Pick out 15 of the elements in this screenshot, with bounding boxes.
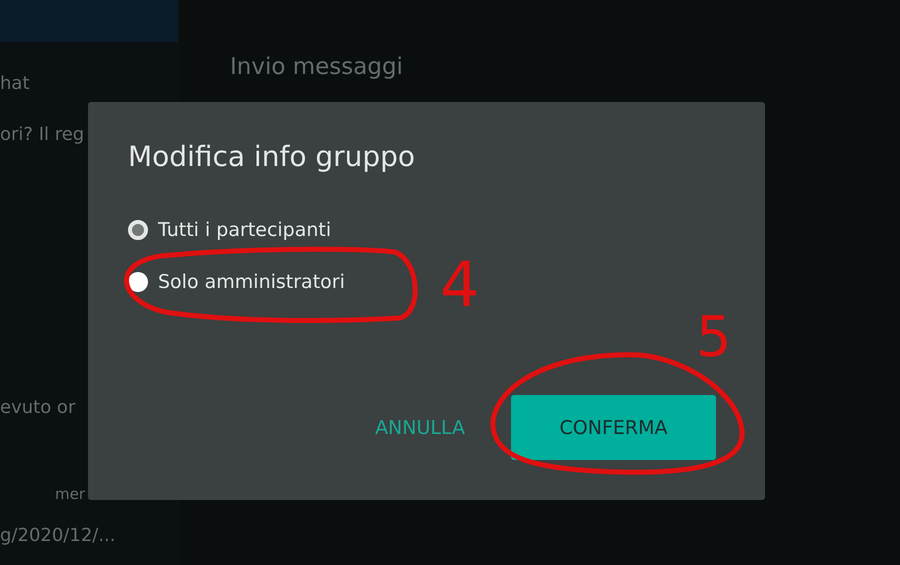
- radio-option[interactable]: Tutti i partecipanti: [128, 217, 332, 243]
- chat-preview-text: evuto or: [0, 396, 76, 420]
- option-label: Solo amministratori: [158, 271, 345, 293]
- chat-preview-text: g/2020/12/...: [0, 524, 116, 548]
- chat-preview-text: ori? Il reg: [0, 123, 86, 147]
- chat-preview-text: mer: [54, 484, 86, 505]
- cancel-button[interactable]: ANNULLA: [375, 416, 465, 438]
- chat-preview-text: hat: [0, 72, 30, 96]
- annotation-number: 4: [440, 248, 480, 321]
- radio-option[interactable]: Solo amministratori: [128, 269, 345, 295]
- annotation-number: 5: [696, 305, 732, 370]
- dialog-title: Modifica info gruppo: [128, 140, 416, 173]
- confirm-button[interactable]: CONFERMA: [511, 395, 716, 460]
- section-title: Invio messaggi: [230, 54, 404, 80]
- option-label: Tutti i partecipanti: [158, 219, 332, 241]
